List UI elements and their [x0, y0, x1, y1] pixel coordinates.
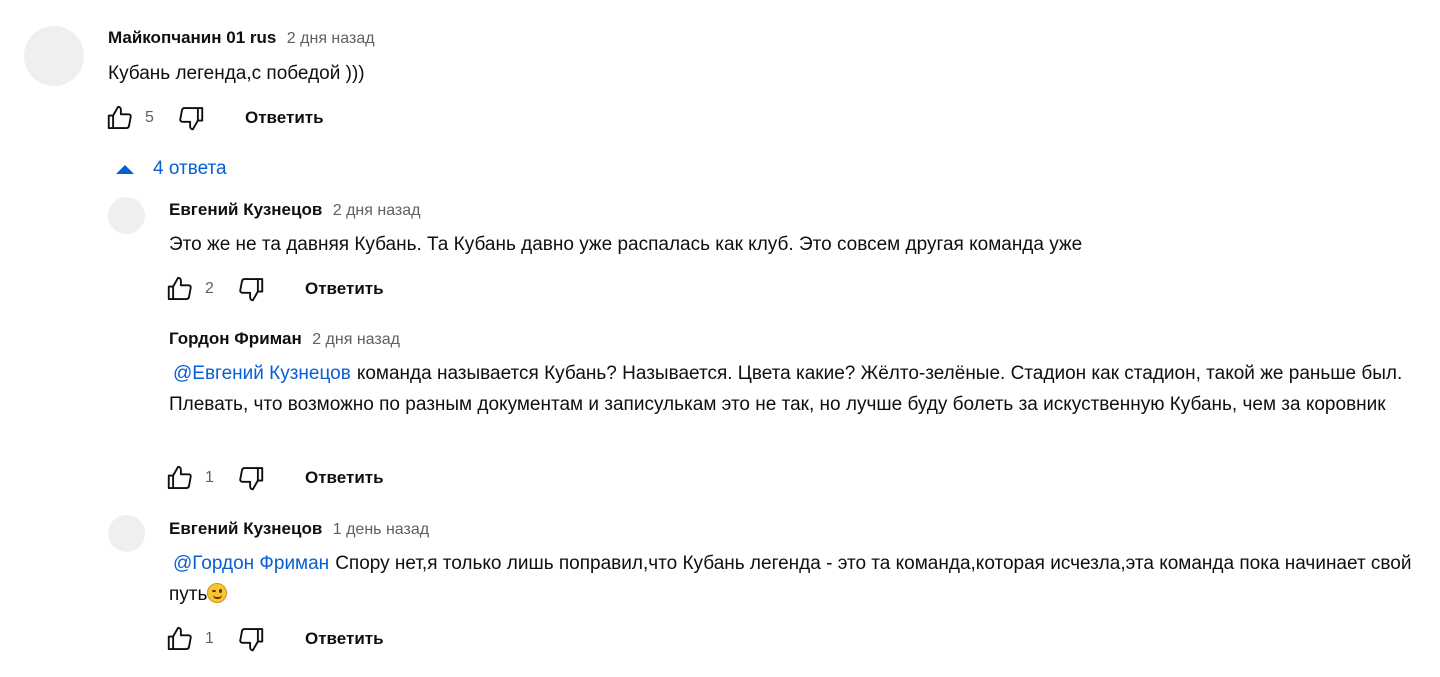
- thumbs-down-icon: [239, 467, 264, 491]
- thumbs-up-icon: [167, 626, 192, 650]
- caret-up-icon: [116, 164, 134, 174]
- comment-header: Евгений Кузнецов 1 день назад: [169, 519, 429, 540]
- reply-button[interactable]: Ответить: [245, 108, 324, 128]
- comment-author[interactable]: Евгений Кузнецов: [169, 200, 322, 219]
- dislike-button[interactable]: [235, 623, 267, 655]
- winking-face-emoji: [207, 583, 228, 603]
- comment-text-content: команда называется Кубань? Называется. Ц…: [169, 363, 1403, 415]
- thumbs-down-icon: [179, 107, 204, 131]
- dislike-button[interactable]: [235, 273, 267, 305]
- replies-count-label: 4 ответа: [153, 158, 227, 179]
- dislike-button[interactable]: [235, 462, 267, 494]
- comment-text: @Гордон Фриман Спору нет,я только лишь по…: [169, 548, 1429, 610]
- avatar[interactable]: [108, 515, 145, 552]
- comment-time[interactable]: 2 дня назад: [287, 30, 375, 47]
- thumbs-down-icon: [239, 628, 264, 652]
- like-count: 1: [205, 469, 214, 486]
- comment-text: Кубань легенда,с победой ))): [108, 58, 1408, 89]
- like-button[interactable]: [164, 273, 196, 305]
- reply-button[interactable]: Ответить: [305, 279, 384, 299]
- reply-button[interactable]: Ответить: [305, 468, 384, 488]
- mention-link[interactable]: @Гордон Фриман: [173, 553, 329, 574]
- comment-author[interactable]: Евгений Кузнецов: [169, 519, 322, 538]
- like-count: 5: [145, 109, 154, 126]
- comment-time[interactable]: 1 день назад: [333, 521, 429, 538]
- comment-actions: 2 Ответить: [164, 273, 424, 305]
- comment-time[interactable]: 2 дня назад: [333, 202, 421, 219]
- thumbs-up-icon: [167, 276, 192, 300]
- dislike-button[interactable]: [175, 102, 207, 134]
- comment-text-content: Спору нет,я только лишь поправил,что Куб…: [169, 553, 1412, 605]
- comment-thread: Майкопчанин 01 rus 2 дня назад Кубань ле…: [0, 0, 1440, 677]
- like-button[interactable]: [104, 102, 136, 134]
- comment-text-content: Кубань легенда,с победой ))): [108, 63, 365, 84]
- thumbs-up-icon: [167, 465, 192, 489]
- avatar[interactable]: [24, 26, 84, 86]
- like-count: 2: [205, 280, 214, 297]
- like-button[interactable]: [164, 462, 196, 494]
- thumbs-down-icon: [239, 278, 264, 302]
- comment-text: @Евгений Кузнецов команда называется Куба…: [169, 358, 1429, 420]
- like-button[interactable]: [164, 623, 196, 655]
- comment-time[interactable]: 2 дня назад: [312, 331, 400, 348]
- like-count: 1: [205, 630, 214, 647]
- comment-author[interactable]: Майкопчанин 01 rus: [108, 28, 276, 47]
- comment-header: Майкопчанин 01 rus 2 дня назад: [108, 28, 375, 49]
- reply-button[interactable]: Ответить: [305, 629, 384, 649]
- comment-text-content: Это же не та давняя Кубань. Та Кубань да…: [169, 234, 1083, 255]
- comment-header: Евгений Кузнецов 2 дня назад: [169, 200, 421, 221]
- mention-link[interactable]: @Евгений Кузнецов: [173, 363, 351, 384]
- comment-author[interactable]: Гордон Фриман: [169, 329, 302, 348]
- thumbs-up-icon: [107, 105, 132, 129]
- replies-toggle-button[interactable]: 4 ответа: [116, 156, 227, 182]
- comment-actions: 5 Ответить: [104, 102, 364, 134]
- avatar[interactable]: [108, 197, 145, 234]
- comment-actions: 1 Ответить: [164, 462, 424, 494]
- comment-actions: 1 Ответить: [164, 623, 424, 655]
- comment-header: Гордон Фриман 2 дня назад: [169, 329, 400, 350]
- comment-text: Это же не та давняя Кубань. Та Кубань да…: [169, 229, 1429, 260]
